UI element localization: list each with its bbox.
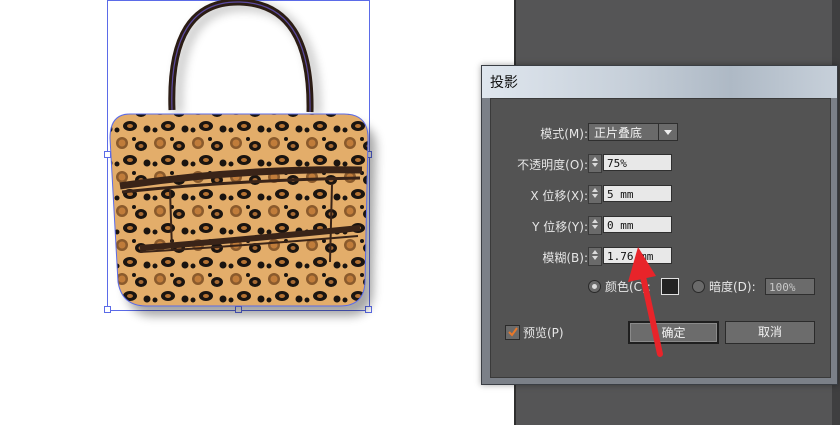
y-offset-input[interactable]: 0 mm	[603, 216, 672, 233]
color-label: 颜色(C):	[605, 280, 651, 294]
darkness-label: 暗度(D):	[709, 280, 756, 294]
opacity-input[interactable]: 75%	[603, 154, 672, 171]
blur-stepper[interactable]	[588, 247, 602, 266]
opacity-stepper[interactable]	[588, 154, 602, 173]
dialog-titlebar[interactable]: 投影	[482, 66, 837, 98]
x-offset-stepper[interactable]	[588, 185, 602, 204]
dialog-title: 投影	[490, 75, 518, 91]
blur-input[interactable]: 1.76 mm	[603, 247, 672, 264]
darkness-input[interactable]: 100%	[765, 278, 815, 295]
checkmark-icon	[508, 327, 518, 337]
blur-label: 模糊(B):	[542, 251, 588, 265]
ok-button[interactable]: 确定	[628, 321, 719, 344]
cancel-button[interactable]: 取消	[725, 321, 815, 344]
chevron-down-icon	[658, 124, 677, 140]
leopard-print-handbag-icon[interactable]	[0, 0, 515, 425]
y-offset-label: Y 位移(Y):	[532, 220, 588, 234]
color-radio[interactable]	[588, 280, 601, 293]
y-offset-stepper[interactable]	[588, 216, 602, 235]
mode-label: 模式(M):	[540, 127, 588, 141]
artboard-canvas[interactable]	[0, 0, 515, 425]
mode-value: 正片叠底	[594, 126, 643, 140]
shadow-color-swatch[interactable]	[661, 278, 679, 295]
mode-select[interactable]: 正片叠底	[588, 123, 678, 141]
drop-shadow-dialog[interactable]: 投影 模式(M): 正片叠底 不透明度(O): 75% X 位移(X): 5 m…	[481, 65, 838, 385]
darkness-radio[interactable]	[692, 280, 705, 293]
dialog-body: 模式(M): 正片叠底 不透明度(O): 75% X 位移(X): 5 mm Y…	[490, 98, 831, 378]
preview-checkbox[interactable]	[505, 325, 520, 340]
x-offset-label: X 位移(X):	[530, 189, 588, 203]
opacity-label: 不透明度(O):	[517, 158, 588, 172]
preview-label: 预览(P)	[523, 326, 564, 340]
x-offset-input[interactable]: 5 mm	[603, 185, 672, 202]
